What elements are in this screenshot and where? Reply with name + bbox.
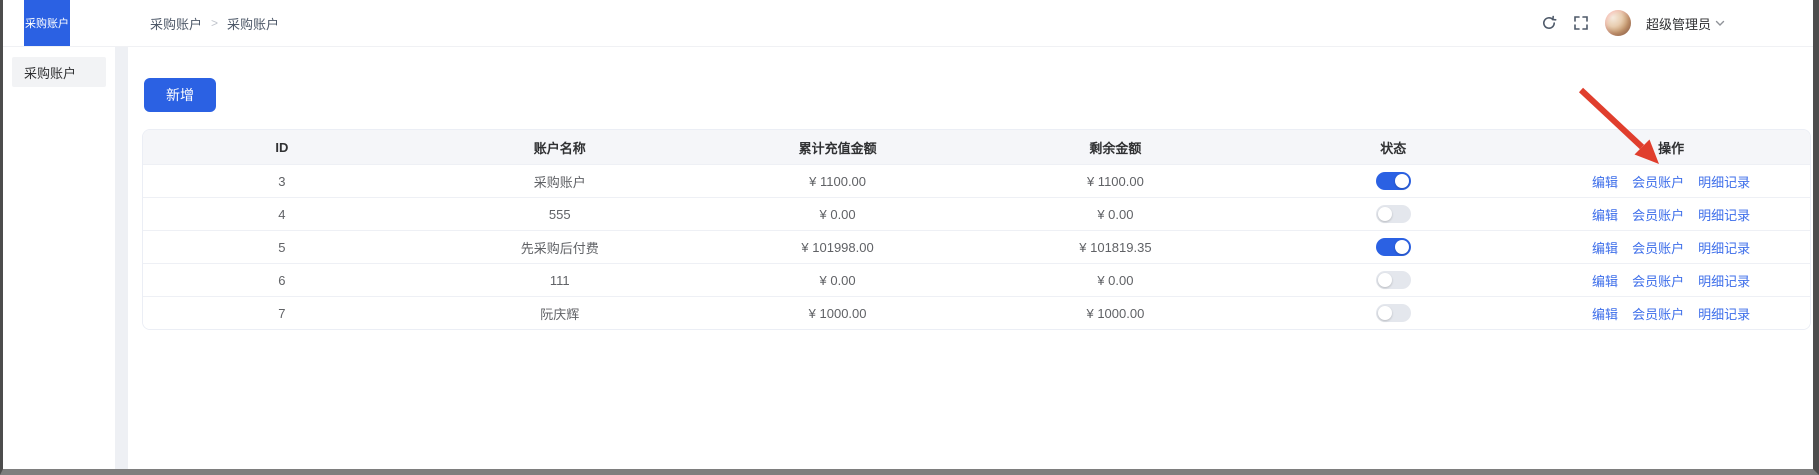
accounts-table: ID 账户名称 累计充值金额 剩余金额 状态 操作 3 采购账户 ¥ 1100.…	[142, 129, 1811, 330]
status-toggle[interactable]	[1376, 271, 1411, 289]
status-toggle[interactable]	[1376, 205, 1411, 223]
table-row: 4 555 ¥ 0.00 ¥ 0.00 编辑 会员账户 明细记录	[143, 197, 1810, 230]
sidebar-item-purchase-account[interactable]: 采购账户	[12, 57, 106, 87]
edit-link[interactable]: 编辑	[1592, 172, 1618, 191]
table-row: 3 采购账户 ¥ 1100.00 ¥ 1100.00 编辑 会员账户 明细记录	[143, 164, 1810, 197]
col-header-actions: 操作	[1532, 138, 1810, 157]
cell-name: 采购账户	[421, 172, 699, 191]
app-logo: 采购账户	[24, 0, 70, 46]
app-window: 采购账户 采购账户 > 采购账户	[0, 0, 1819, 475]
cell-status	[1254, 271, 1532, 289]
sidebar-item-label: 采购账户	[24, 63, 76, 82]
table-row: 6 111 ¥ 0.00 ¥ 0.00 编辑 会员账户 明细记录	[143, 263, 1810, 296]
add-button[interactable]: 新增	[144, 78, 216, 112]
cell-balance: ¥ 1100.00	[977, 174, 1255, 189]
top-bar: 采购账户 采购账户 > 采购账户	[3, 0, 1813, 47]
detail-record-link[interactable]: 明细记录	[1698, 205, 1750, 224]
edit-link[interactable]: 编辑	[1592, 205, 1618, 224]
breadcrumb-item[interactable]: 采购账户	[150, 14, 202, 33]
table-row: 5 先采购后付费 ¥ 101998.00 ¥ 101819.35 编辑 会员账户…	[143, 230, 1810, 263]
cell-name: 先采购后付费	[421, 238, 699, 257]
status-toggle[interactable]	[1376, 304, 1411, 322]
detail-record-link[interactable]: 明细记录	[1698, 238, 1750, 257]
status-toggle[interactable]	[1376, 238, 1411, 256]
detail-record-link[interactable]: 明细记录	[1698, 172, 1750, 191]
cell-status	[1254, 205, 1532, 223]
avatar[interactable]	[1605, 10, 1631, 36]
cell-id: 5	[143, 240, 421, 255]
cell-actions: 编辑 会员账户 明细记录	[1532, 304, 1810, 323]
detail-record-link[interactable]: 明细记录	[1698, 271, 1750, 290]
fullscreen-icon[interactable]	[1573, 15, 1590, 32]
col-header-name: 账户名称	[421, 138, 699, 157]
cell-total: ¥ 0.00	[699, 273, 977, 288]
sidebar-main-divider	[115, 47, 128, 469]
member-account-link[interactable]: 会员账户	[1632, 172, 1684, 191]
cell-actions: 编辑 会员账户 明细记录	[1532, 271, 1810, 290]
edit-link[interactable]: 编辑	[1592, 271, 1618, 290]
member-account-link[interactable]: 会员账户	[1632, 271, 1684, 290]
col-header-status: 状态	[1254, 138, 1532, 157]
edit-link[interactable]: 编辑	[1592, 304, 1618, 323]
refresh-icon[interactable]	[1541, 15, 1558, 32]
cell-balance: ¥ 101819.35	[977, 240, 1255, 255]
cell-id: 7	[143, 306, 421, 321]
cell-status	[1254, 172, 1532, 190]
cell-id: 4	[143, 207, 421, 222]
detail-record-link[interactable]: 明细记录	[1698, 304, 1750, 323]
toggle-knob	[1395, 240, 1409, 254]
chevron-down-icon	[1715, 18, 1725, 28]
cell-balance: ¥ 0.00	[977, 273, 1255, 288]
table-header-row: ID 账户名称 累计充值金额 剩余金额 状态 操作	[143, 130, 1810, 164]
cell-balance: ¥ 1000.00	[977, 306, 1255, 321]
member-account-link[interactable]: 会员账户	[1632, 304, 1684, 323]
toggle-knob	[1395, 174, 1409, 188]
col-header-balance: 剩余金额	[977, 138, 1255, 157]
member-account-link[interactable]: 会员账户	[1632, 238, 1684, 257]
cell-id: 6	[143, 273, 421, 288]
edit-link[interactable]: 编辑	[1592, 238, 1618, 257]
breadcrumb-item-current: 采购账户	[227, 14, 279, 33]
cell-status	[1254, 304, 1532, 322]
toggle-knob	[1378, 273, 1392, 287]
cell-id: 3	[143, 174, 421, 189]
status-toggle[interactable]	[1376, 172, 1411, 190]
table-body: 3 采购账户 ¥ 1100.00 ¥ 1100.00 编辑 会员账户 明细记录 …	[143, 164, 1810, 329]
toggle-knob	[1378, 207, 1392, 221]
cell-total: ¥ 0.00	[699, 207, 977, 222]
cell-name: 阮庆辉	[421, 304, 699, 323]
cell-actions: 编辑 会员账户 明细记录	[1532, 172, 1810, 191]
member-account-link[interactable]: 会员账户	[1632, 205, 1684, 224]
user-menu[interactable]: 超级管理员	[1646, 14, 1725, 33]
breadcrumb-separator: >	[211, 16, 218, 30]
cell-total: ¥ 101998.00	[699, 240, 977, 255]
col-header-id: ID	[143, 140, 421, 155]
cell-total: ¥ 1000.00	[699, 306, 977, 321]
toggle-knob	[1378, 306, 1392, 320]
topbar-actions: 超级管理员	[1541, 10, 1725, 36]
cell-actions: 编辑 会员账户 明细记录	[1532, 205, 1810, 224]
sidebar: 采购账户	[3, 47, 115, 469]
cell-actions: 编辑 会员账户 明细记录	[1532, 238, 1810, 257]
cell-balance: ¥ 0.00	[977, 207, 1255, 222]
cell-name: 555	[421, 207, 699, 222]
breadcrumb: 采购账户 > 采购账户	[150, 14, 279, 33]
col-header-total: 累计充值金额	[699, 138, 977, 157]
cell-status	[1254, 238, 1532, 256]
cell-total: ¥ 1100.00	[699, 174, 977, 189]
table-row: 7 阮庆辉 ¥ 1000.00 ¥ 1000.00 编辑 会员账户 明细记录	[143, 296, 1810, 329]
main-content: 新增 ID 账户名称 累计充值金额 剩余金额 状态 操作 3 采购账户 ¥ 11…	[128, 47, 1813, 469]
user-name: 超级管理员	[1646, 14, 1711, 33]
cell-name: 111	[421, 273, 699, 288]
